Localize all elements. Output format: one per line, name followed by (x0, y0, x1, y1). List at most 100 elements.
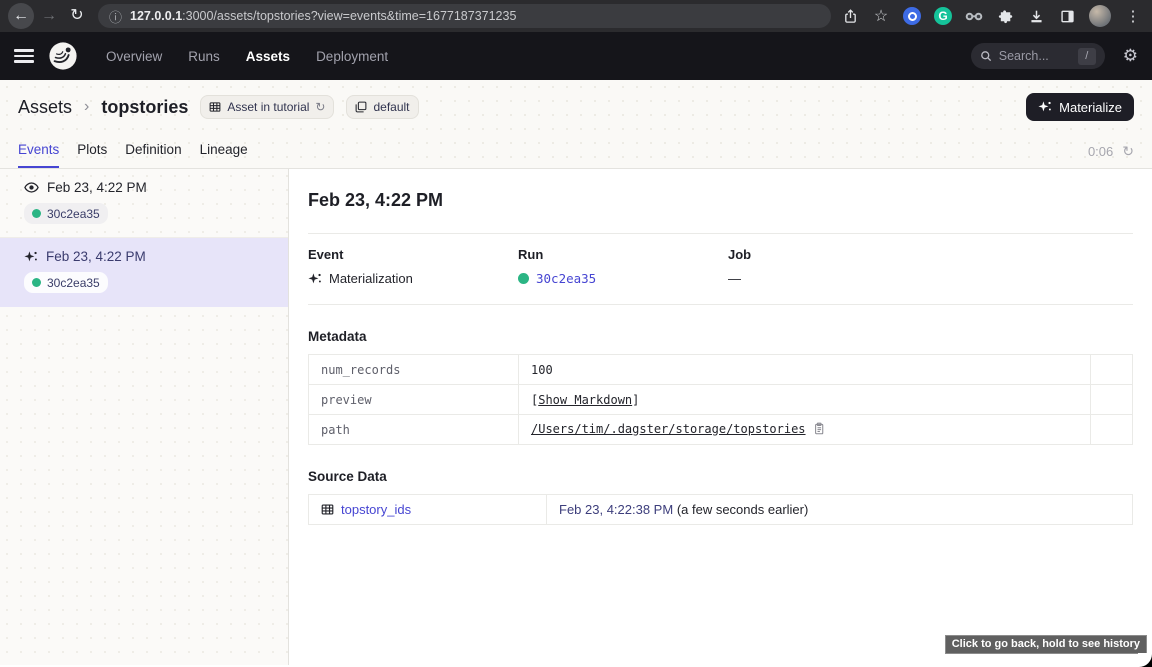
nav-item-assets[interactable]: Assets (246, 49, 290, 64)
app-navbar: Overview Runs Assets Deployment / ⚙ (0, 32, 1152, 80)
run-id: 30c2ea35 (47, 207, 100, 221)
browser-back-tooltip: Click to go back, hold to see history (945, 635, 1147, 654)
job-value: — (728, 271, 741, 286)
tab-events[interactable]: Events (18, 142, 59, 168)
table-row: preview [Show Markdown] (309, 385, 1133, 415)
grammarly-extension-icon[interactable]: G (934, 7, 952, 25)
event-summary-columns: Event Materialization Run 30c2ea35 Job — (308, 234, 1133, 305)
search-input[interactable] (999, 49, 1065, 63)
browser-reload-button[interactable]: ↻ (64, 3, 90, 29)
page-info-icon[interactable]: ⓘ (109, 7, 122, 26)
extension-blue-icon[interactable] (903, 7, 921, 25)
metadata-extra-cell (1091, 415, 1133, 445)
asset-tabs: Events Plots Definition Lineage 0:06 ↻ (0, 130, 1152, 168)
search-icon (980, 50, 992, 62)
browser-forward-button[interactable]: → (36, 3, 62, 29)
event-list-item-materialization[interactable]: Feb 23, 4:22 PM 30c2ea35 (0, 238, 288, 307)
settings-gear-icon[interactable]: ⚙ (1123, 46, 1138, 66)
bookmark-button[interactable]: ☆ (872, 7, 890, 25)
sparkle-icon (1038, 100, 1052, 114)
metadata-key: preview (309, 385, 519, 415)
metadata-value: /Users/tim/.dagster/storage/topstories (519, 415, 1091, 445)
run-column: Run 30c2ea35 (518, 247, 728, 286)
tab-plots[interactable]: Plots (77, 142, 107, 168)
eye-icon (24, 180, 39, 195)
copy-clipboard-icon[interactable] (813, 422, 825, 438)
nav-links: Overview Runs Assets Deployment (106, 49, 388, 64)
run-id: 30c2ea35 (47, 276, 100, 290)
run-id-pill[interactable]: 30c2ea35 (24, 203, 108, 224)
metadata-extra-cell (1091, 355, 1133, 385)
search-shortcut-key: / (1078, 48, 1096, 65)
refresh-icon[interactable]: ↻ (1122, 143, 1134, 160)
run-column-label: Run (518, 247, 728, 262)
materialize-button[interactable]: Materialize (1026, 93, 1134, 121)
table-row: topstory_ids Feb 23, 4:22:38 PM (a few s… (309, 495, 1133, 525)
download-icon (1029, 9, 1044, 24)
event-detail-title: Feb 23, 4:22 PM (308, 190, 1133, 211)
url-path: :3000/assets/topstories?view=events&time… (182, 9, 516, 23)
materialize-label: Materialize (1059, 100, 1122, 115)
table-row: num_records 100 (309, 355, 1133, 385)
global-search[interactable]: / (971, 43, 1105, 69)
nav-item-overview[interactable]: Overview (106, 49, 162, 64)
refresh-timer: 0:06 ↻ (1088, 143, 1134, 168)
event-detail-panel: Feb 23, 4:22 PM Event Materialization Ru… (289, 169, 1152, 665)
window-corner (1138, 653, 1152, 667)
address-bar[interactable]: ⓘ 127.0.0.1:3000/assets/topstories?view=… (98, 4, 831, 28)
asset-group-badge[interactable]: default (346, 95, 418, 119)
job-column: Job — (728, 247, 1133, 286)
breadcrumb-separator: › (84, 98, 89, 116)
run-status-dot (32, 209, 41, 218)
dagster-logo[interactable] (48, 41, 78, 71)
reload-definitions-icon[interactable]: ↻ (315, 100, 325, 114)
copy-layers-icon (355, 101, 367, 113)
asset-page-header: Assets › topstories Asset in tutorial ↻ … (0, 80, 1152, 169)
share-button[interactable] (841, 7, 859, 25)
asset-events-view: Feb 23, 4:22 PM 30c2ea35 Feb 23, 4:22 PM… (0, 169, 1152, 665)
downloads-button[interactable] (1027, 7, 1045, 25)
forward-icon: → (41, 8, 57, 24)
show-markdown-link[interactable]: Show Markdown (538, 393, 632, 407)
kebab-menu-icon: ⋮ (1126, 7, 1141, 25)
star-icon: ☆ (874, 6, 888, 26)
back-icon: ← (13, 8, 29, 24)
metadata-key: path (309, 415, 519, 445)
table-grid-icon (321, 503, 334, 516)
run-status-dot (518, 273, 529, 284)
breadcrumb: Assets › topstories Asset in tutorial ↻ … (0, 80, 1152, 130)
profile-avatar[interactable] (1089, 5, 1111, 27)
metadata-table: num_records 100 preview [Show Markdown] … (308, 354, 1133, 445)
side-panel-button[interactable] (1058, 7, 1076, 25)
event-timestamp: Feb 23, 4:22 PM (47, 180, 147, 195)
navbar-right: / ⚙ (971, 43, 1138, 69)
hamburger-menu-icon[interactable] (14, 49, 34, 63)
asset-definition-label: Asset in tutorial (227, 100, 309, 114)
browser-back-button[interactable]: ← (8, 3, 34, 29)
sparkle-icon (308, 272, 322, 286)
goggles-extension-icon[interactable] (965, 7, 983, 25)
event-column-label: Event (308, 247, 518, 262)
run-id-pill[interactable]: 30c2ea35 (24, 272, 108, 293)
sparkle-icon (24, 250, 38, 264)
asset-group-label: default (373, 100, 409, 114)
event-list-item-observation[interactable]: Feb 23, 4:22 PM 30c2ea35 (0, 169, 288, 238)
path-link[interactable]: /Users/tim/.dagster/storage/topstories (531, 422, 806, 436)
nav-item-runs[interactable]: Runs (188, 49, 220, 64)
asset-definition-badge[interactable]: Asset in tutorial ↻ (200, 95, 334, 119)
event-type-value: Materialization (329, 271, 413, 286)
breadcrumb-assets-link[interactable]: Assets (18, 97, 72, 118)
tab-definition[interactable]: Definition (125, 142, 181, 168)
run-id-link[interactable]: 30c2ea35 (536, 271, 596, 286)
tab-lineage[interactable]: Lineage (200, 142, 248, 168)
table-row: path /Users/tim/.dagster/storage/topstor… (309, 415, 1133, 445)
url-host: 127.0.0.1 (130, 9, 182, 23)
source-asset-link[interactable]: topstory_ids (321, 502, 534, 517)
browser-actions: ☆ G ⋮ (841, 5, 1144, 27)
extensions-puzzle-icon[interactable] (996, 7, 1014, 25)
nav-item-deployment[interactable]: Deployment (316, 49, 388, 64)
browser-menu-button[interactable]: ⋮ (1124, 7, 1142, 25)
source-event-time-link[interactable]: Feb 23, 4:22:38 PM (559, 502, 673, 517)
source-data-table: topstory_ids Feb 23, 4:22:38 PM (a few s… (308, 494, 1133, 525)
metadata-key: num_records (309, 355, 519, 385)
